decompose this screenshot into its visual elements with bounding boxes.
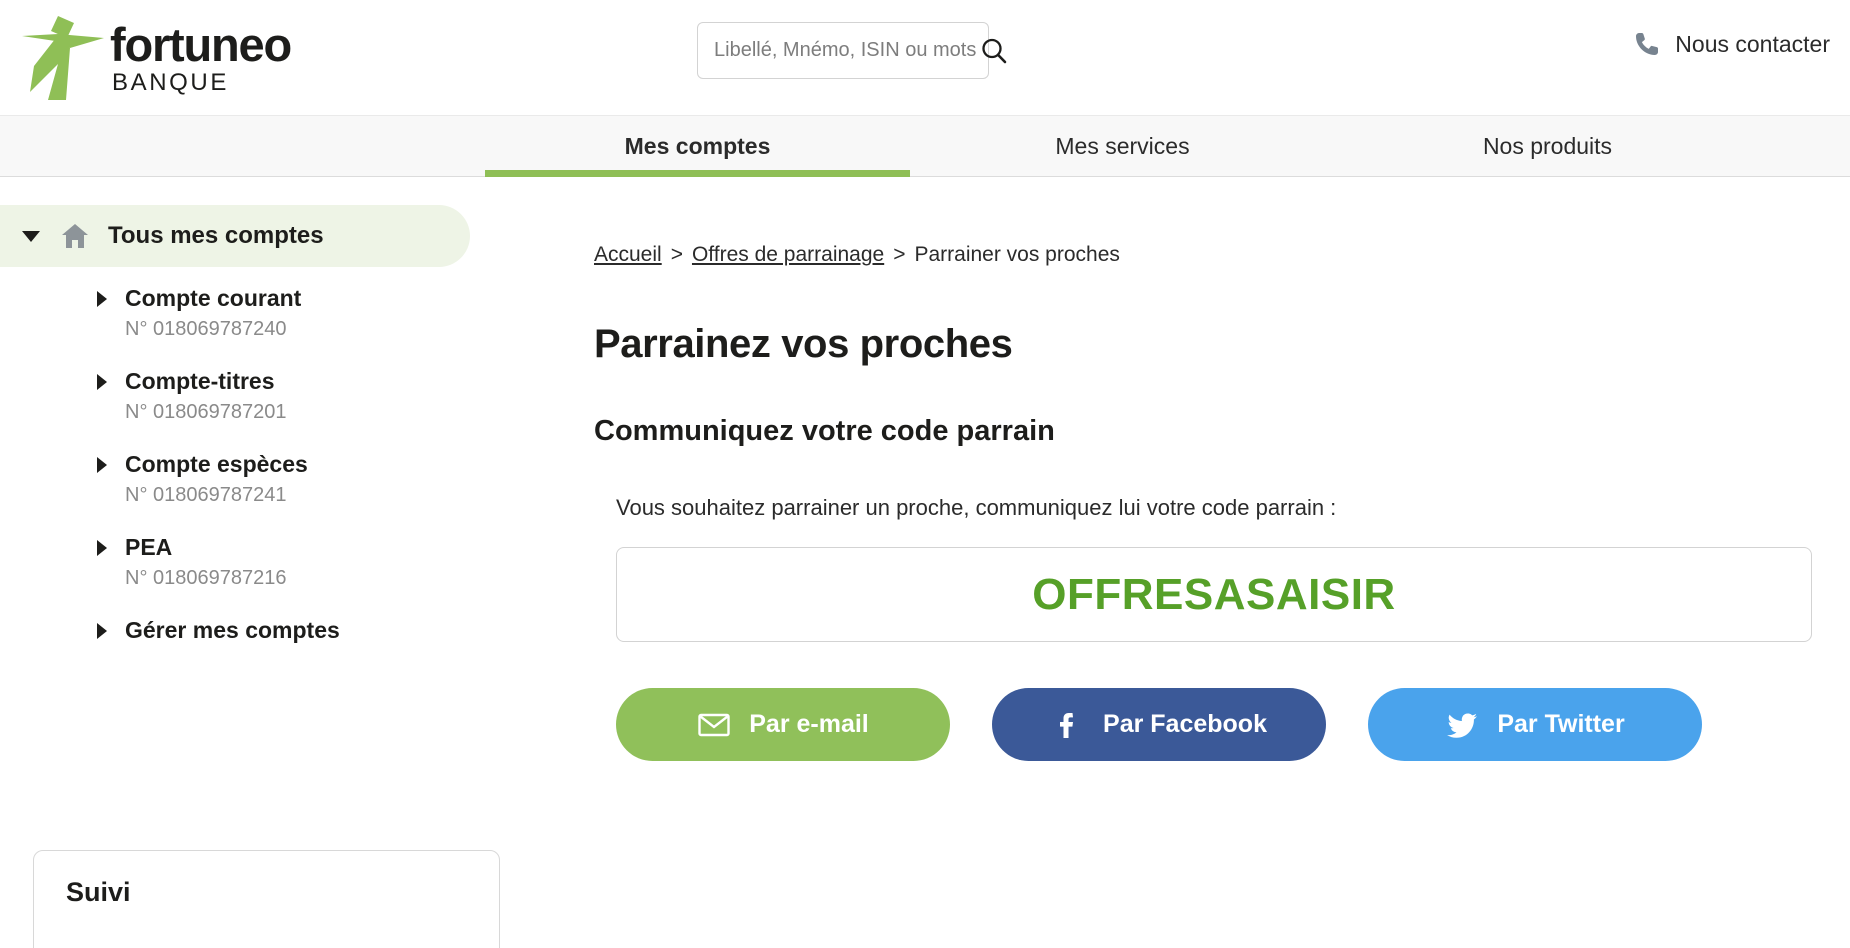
brand-name: fortuneo — [110, 17, 292, 71]
sidebar-item-compte-courant[interactable]: Compte courant N° 018069787240 — [97, 285, 497, 341]
suivi-card-title: Suivi — [66, 877, 131, 907]
sidebar-item-gerer-mes-comptes-label: Gérer mes comptes — [125, 617, 340, 643]
contact-link[interactable]: Nous contacter — [1633, 30, 1830, 58]
tab-nos-produits-label: Nos produits — [1482, 132, 1613, 159]
main-content: Accueil > Offres de parrainage > Parrain… — [497, 177, 1850, 948]
search-box[interactable] — [697, 22, 1007, 79]
sidebar-item-gerer-mes-comptes[interactable]: Gérer mes comptes — [97, 617, 497, 644]
breadcrumb-item-current: Parrainer vos proches — [914, 243, 1120, 266]
sidebar-item-compte-especes-label: Compte espèces — [125, 451, 308, 477]
sidebar-item-compte-especes-number: N° 018069787241 — [125, 484, 287, 506]
facebook-icon — [1060, 712, 1074, 738]
referral-instruction-text: Vous souhaitez parrainer un proche, comm… — [616, 495, 1337, 520]
section-title: Communiquez votre code parrain — [594, 415, 1055, 447]
tab-mes-comptes[interactable]: Mes comptes — [485, 116, 910, 177]
breadcrumb-separator: > — [893, 243, 906, 266]
share-by-twitter-button[interactable]: Par Twitter — [1368, 688, 1702, 761]
sidebar-item-pea[interactable]: PEA N° 018069787216 — [97, 534, 497, 590]
brand-wordmark: fortuneo BANQUE — [110, 17, 292, 96]
sidebar-item-compte-titres-label: Compte-titres — [125, 368, 275, 394]
tab-mes-services[interactable]: Mes services — [910, 116, 1335, 176]
chevron-right-icon — [97, 539, 107, 556]
share-by-facebook-label: Par Facebook — [1103, 710, 1267, 738]
sidebar-account-list: Compte courant N° 018069787240 Compte-ti… — [0, 285, 497, 644]
phone-icon — [1636, 33, 1659, 55]
envelope-icon — [698, 713, 730, 736]
chevron-right-icon — [97, 290, 107, 307]
share-by-email-button[interactable]: Par e-mail — [616, 688, 950, 761]
share-by-twitter-label: Par Twitter — [1497, 710, 1625, 738]
suivi-card[interactable]: Suivi — [33, 850, 500, 948]
sidebar-item-pea-number: N° 018069787216 — [125, 567, 287, 589]
share-by-email-label: Par e-mail — [749, 710, 869, 738]
sidebar-item-tous-mes-comptes-label: Tous mes comptes — [108, 222, 324, 249]
chevron-right-icon — [97, 373, 107, 390]
breadcrumb-separator: > — [670, 243, 683, 266]
share-buttons-row: Par e-mail Par Facebook Par Twitter — [616, 688, 1850, 761]
brand-subtitle: BANQUE — [112, 68, 229, 96]
page-title: Parrainez vos proches — [594, 322, 1013, 366]
contact-label: Nous contacter — [1675, 30, 1830, 57]
referral-code-box[interactable]: OFFRESASAISIR — [616, 547, 1812, 642]
tab-mes-comptes-label: Mes comptes — [624, 132, 771, 159]
brand-logo[interactable]: fortuneo BANQUE — [18, 8, 292, 108]
sidebar-item-tous-mes-comptes[interactable]: Tous mes comptes — [0, 205, 470, 267]
accounts-sidebar: Tous mes comptes Compte courant N° 01806… — [0, 177, 500, 948]
referral-section: Vous souhaitez parrainer un proche, comm… — [594, 495, 1850, 761]
chevron-down-icon — [22, 230, 40, 242]
search-area — [697, 22, 1007, 79]
chevron-right-icon — [97, 456, 107, 473]
sidebar-item-compte-especes[interactable]: Compte espèces N° 018069787241 — [97, 451, 497, 507]
fortuneo-star-figure-logo-icon — [22, 15, 104, 100]
sidebar-item-compte-courant-label: Compte courant — [125, 285, 302, 311]
page-header: fortuneo BANQUE Nous contacter — [0, 0, 1850, 115]
search-icon[interactable] — [979, 36, 1009, 66]
sidebar-item-pea-label: PEA — [125, 534, 173, 560]
sidebar-item-compte-courant-number: N° 018069787240 — [125, 318, 287, 340]
breadcrumb: Accueil > Offres de parrainage > Parrain… — [594, 243, 1850, 267]
search-input[interactable] — [714, 39, 979, 62]
chevron-right-icon — [97, 622, 107, 639]
sidebar-item-compte-titres[interactable]: Compte-titres N° 018069787201 — [97, 368, 497, 424]
page-body: Tous mes comptes Compte courant N° 01806… — [0, 177, 1850, 948]
breadcrumb-item-offres-de-parrainage[interactable]: Offres de parrainage — [692, 243, 884, 267]
twitter-bird-icon — [1447, 712, 1478, 738]
main-navigation: Mes comptes Mes services Nos produits — [0, 115, 1850, 177]
referral-code-value: OFFRESASAISIR — [1032, 569, 1396, 619]
share-by-facebook-button[interactable]: Par Facebook — [992, 688, 1326, 761]
tab-mes-services-label: Mes services — [1055, 132, 1190, 159]
home-icon — [62, 224, 88, 248]
sidebar-item-compte-titres-number: N° 018069787201 — [125, 401, 287, 423]
breadcrumb-item-accueil[interactable]: Accueil — [594, 243, 662, 267]
tab-nos-produits[interactable]: Nos produits — [1335, 116, 1760, 176]
